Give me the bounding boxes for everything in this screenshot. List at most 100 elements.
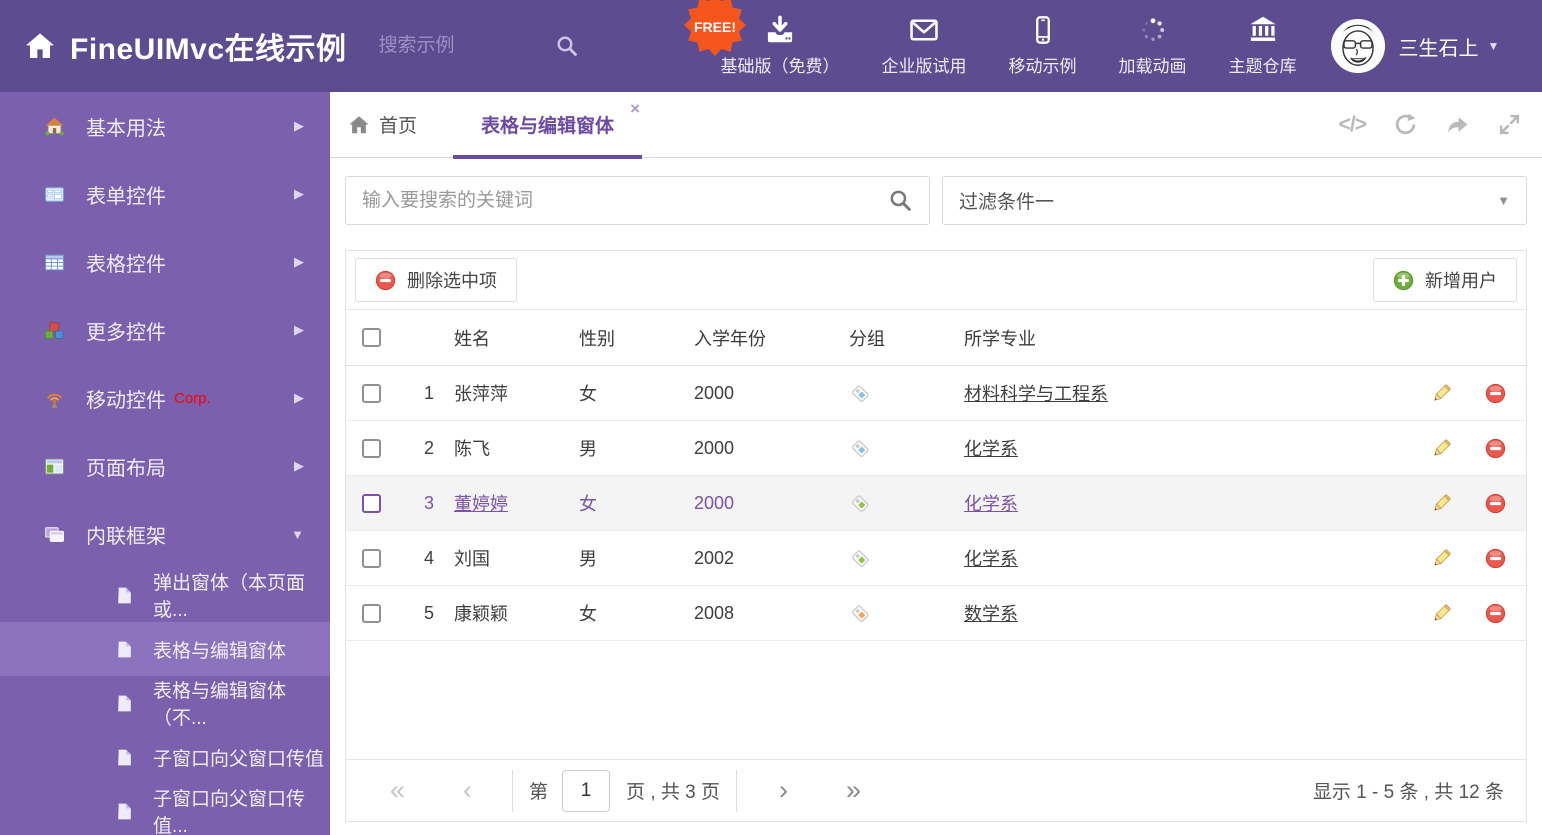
home-logo-icon[interactable]: [24, 30, 56, 62]
delete-icon[interactable]: [1485, 548, 1506, 569]
filter-dropdown[interactable]: 过滤条件一 ▼: [942, 176, 1527, 225]
sidebar-item-basic-usage[interactable]: 基本用法 ▶: [0, 92, 330, 160]
nav-item-loading-animation[interactable]: 加载动画: [1119, 15, 1187, 77]
select-all-checkbox[interactable]: [362, 328, 381, 347]
first-page-button[interactable]: «: [390, 777, 405, 804]
sidebar-subitem-popup-window[interactable]: 弹出窗体（本页面或...: [0, 568, 330, 622]
table-row-selected[interactable]: 3 董婷婷 女 2000 化学系: [346, 476, 1526, 531]
sidebar-item-label: 内联框架: [86, 525, 166, 548]
sidebar-subitem-child-to-parent[interactable]: 子窗口向父窗口传值: [0, 730, 330, 784]
major-link[interactable]: 化学系: [964, 494, 1018, 514]
page-input[interactable]: [562, 769, 611, 812]
sidebar-item-mobile-controls[interactable]: 移动控件 Corp. ▶: [0, 364, 330, 432]
file-icon: [115, 802, 134, 821]
table-row[interactable]: 1 张萍萍 女 2000 材料科学与工程系: [346, 366, 1526, 421]
user-menu[interactable]: 三生石上 ▼: [1399, 32, 1500, 61]
tag-icon: [852, 384, 869, 402]
table-row[interactable]: 5 康颖颖 女 2008 数学系: [346, 586, 1526, 641]
user-avatar[interactable]: [1330, 19, 1385, 73]
header-search-input[interactable]: [378, 35, 529, 57]
col-header-name[interactable]: 姓名: [434, 325, 559, 351]
cell-name: 董婷婷: [454, 494, 508, 514]
sidebar-item-inline-frame[interactable]: 内联框架 ▼: [0, 500, 330, 568]
delete-selected-label: 删除选中项: [407, 271, 497, 291]
row-checkbox[interactable]: [362, 438, 381, 458]
expand-icon[interactable]: [1497, 112, 1522, 137]
edit-icon[interactable]: [1431, 383, 1452, 404]
close-icon[interactable]: ×: [630, 100, 640, 117]
edit-icon[interactable]: [1431, 603, 1452, 624]
col-header-group[interactable]: 分组: [829, 325, 944, 351]
delete-selected-button[interactable]: 删除选中项: [355, 258, 517, 302]
row-checkbox[interactable]: [362, 493, 381, 513]
nav-label: 企业版试用: [881, 57, 967, 76]
arrow-right-icon: ▶: [294, 118, 304, 133]
sidebar-item-page-layout[interactable]: 页面布局 ▶: [0, 432, 330, 500]
share-icon[interactable]: [1445, 112, 1470, 137]
table-row[interactable]: 4 刘国 男 2002 化学系: [346, 531, 1526, 586]
row-checkbox[interactable]: [362, 548, 381, 568]
nav-item-mobile-demo[interactable]: 移动示例: [1009, 15, 1077, 77]
sidebar-subitem-grid-edit-window[interactable]: 表格与编辑窗体: [0, 622, 330, 676]
delete-icon[interactable]: [1485, 438, 1506, 459]
nav-item-enterprise-trial[interactable]: 企业版试用: [882, 15, 967, 77]
app-title: FineUIMvc在线示例: [70, 33, 347, 66]
row-number: 5: [423, 602, 434, 623]
row-number: 4: [423, 547, 434, 568]
last-page-button[interactable]: »: [846, 777, 861, 804]
arrow-right-icon: ▶: [294, 254, 304, 269]
sidebar-subitem-grid-edit-window-2[interactable]: 表格与编辑窗体（不...: [0, 676, 330, 730]
sidebar-item-label: 基本用法: [86, 117, 166, 140]
refresh-icon[interactable]: [1393, 112, 1418, 137]
nav-item-theme-store[interactable]: 主题仓库: [1229, 15, 1297, 77]
search-icon[interactable]: [555, 34, 579, 58]
delete-icon[interactable]: [1485, 493, 1506, 514]
minus-circle-icon: [375, 270, 396, 291]
file-icon: [115, 640, 134, 659]
table-row[interactable]: 2 陈飞 男 2000 化学系: [346, 421, 1526, 476]
page-prefix: 第: [529, 782, 549, 803]
tab-home[interactable]: 首页: [348, 111, 417, 138]
cell-gender: 女: [579, 604, 597, 624]
plus-circle-icon: [1393, 270, 1414, 291]
delete-icon[interactable]: [1485, 383, 1506, 404]
tab-grid-edit-window[interactable]: 表格与编辑窗体 ×: [453, 92, 643, 159]
cell-gender: 男: [579, 439, 597, 459]
edit-icon[interactable]: [1431, 438, 1452, 459]
sidebar-subitem-child-to-parent-2[interactable]: 子窗口向父窗口传值...: [0, 784, 330, 835]
cell-gender: 女: [579, 494, 597, 514]
sidebar-item-label: 表格控件: [86, 253, 166, 276]
page-suffix: 页 , 共 3 页: [626, 782, 721, 803]
edit-icon[interactable]: [1431, 548, 1452, 569]
row-checkbox[interactable]: [362, 603, 381, 623]
prev-page-button[interactable]: ‹: [463, 777, 472, 804]
nav-label: 主题仓库: [1228, 57, 1297, 76]
cubes-icon: [45, 321, 64, 339]
keyword-search-box[interactable]: [345, 176, 930, 225]
col-header-year[interactable]: 入学年份: [674, 325, 829, 351]
edit-icon[interactable]: [1431, 493, 1452, 514]
add-user-button[interactable]: 新增用户: [1373, 258, 1517, 302]
delete-icon[interactable]: [1485, 603, 1506, 624]
major-link[interactable]: 化学系: [964, 439, 1018, 459]
keyword-search-input[interactable]: [362, 189, 888, 212]
next-page-button[interactable]: ›: [779, 777, 788, 804]
sidebar-item-grid-controls[interactable]: 表格控件 ▶: [0, 228, 330, 296]
sidebar-item-more-controls[interactable]: 更多控件 ▶: [0, 296, 330, 364]
sidebar-subitem-label: 子窗口向父窗口传值: [153, 748, 325, 770]
major-link[interactable]: 化学系: [964, 549, 1018, 569]
arrow-right-icon: ▶: [294, 186, 304, 201]
tag-icon: [852, 494, 869, 512]
major-link[interactable]: 材料科学与工程系: [964, 384, 1108, 404]
cell-year: 2002: [694, 547, 735, 568]
cell-year: 2000: [694, 382, 735, 403]
code-icon[interactable]: </>: [1339, 113, 1367, 137]
caret-down-icon: ▼: [1487, 39, 1500, 53]
sidebar-item-form-controls[interactable]: 表单控件 ▶: [0, 160, 330, 228]
row-checkbox[interactable]: [362, 383, 381, 403]
col-header-major[interactable]: 所学专业: [944, 325, 1418, 351]
search-icon[interactable]: [888, 188, 913, 213]
col-header-gender[interactable]: 性别: [559, 325, 674, 351]
cell-year: 2008: [694, 602, 735, 623]
major-link[interactable]: 数学系: [964, 604, 1018, 624]
